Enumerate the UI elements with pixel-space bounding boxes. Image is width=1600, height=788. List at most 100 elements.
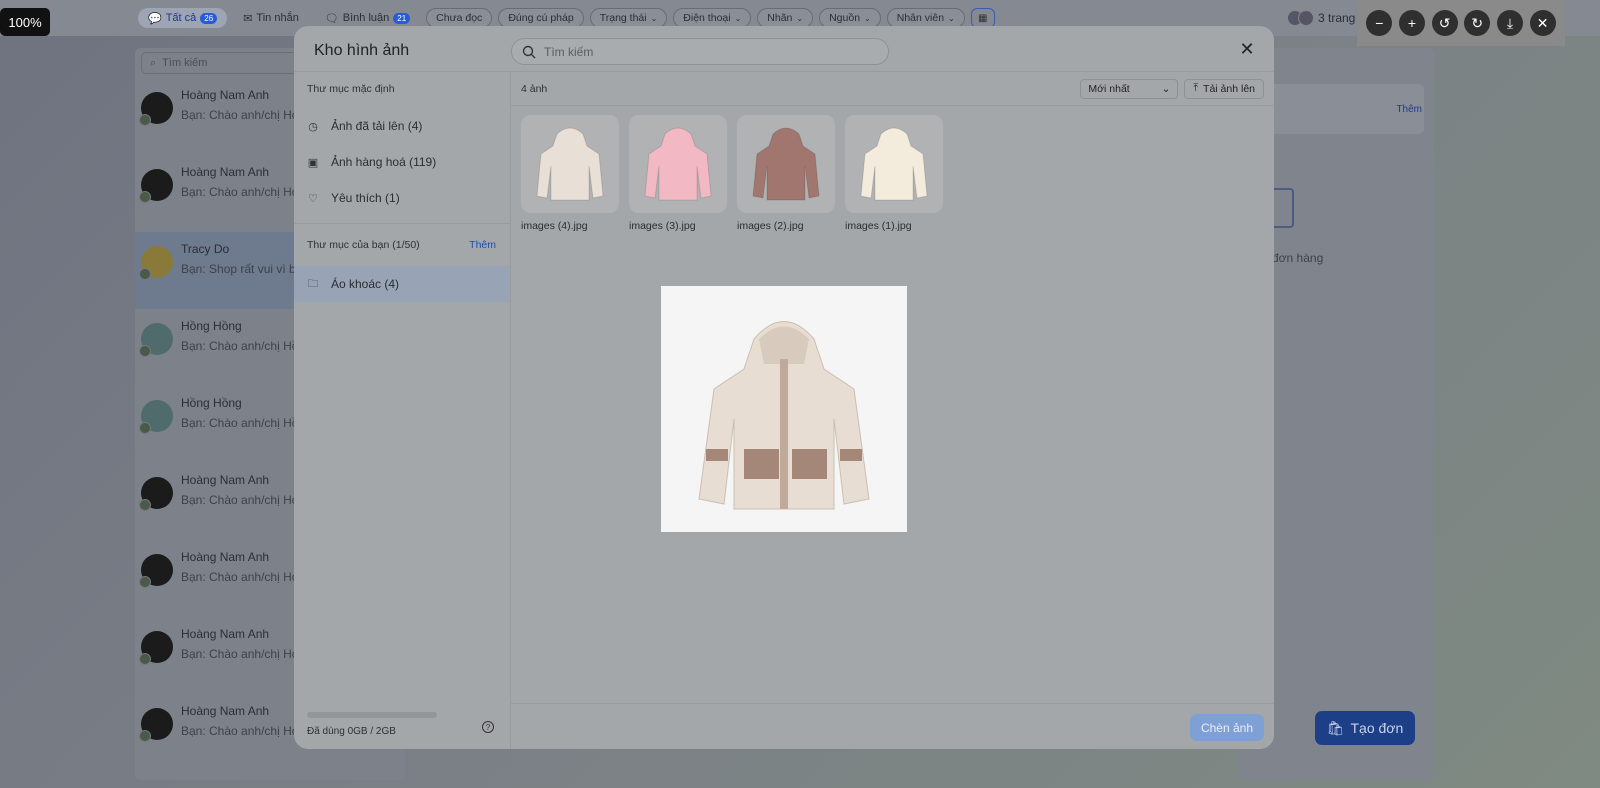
chevron-down-icon: ⌄	[796, 13, 804, 23]
chevron-down-icon: ⌄	[864, 13, 871, 23]
image-search-placeholder: Tìm kiếm	[544, 44, 594, 59]
tab-all-badge: 26	[200, 12, 218, 24]
calendar-icon: ▦	[978, 12, 988, 24]
zoom-out-icon[interactable]: −	[1366, 10, 1393, 36]
avatar	[139, 708, 173, 742]
avatar	[139, 246, 173, 280]
image-grid: images (4).jpg images (3).jpg images (2).j…	[521, 115, 943, 232]
toolbar-actions: Mới nhất ⌄ ⤒ Tải ảnh lên	[1080, 78, 1264, 99]
user-folders-heading: Thư mục của bạn (1/50)	[307, 239, 420, 251]
thumbnail-image	[629, 115, 727, 213]
heart-icon: ♡	[308, 192, 318, 205]
order-add-link[interactable]: Thêm	[1396, 104, 1422, 115]
folder-label: Ảnh đã tải lên (4)	[331, 119, 423, 133]
filter-tag[interactable]: Nhãn ⌄	[757, 8, 814, 28]
filter-unread[interactable]: Chưa đọc	[426, 8, 493, 28]
tab-all[interactable]: 💬 Tất cả 26	[138, 8, 228, 28]
help-icon[interactable]: ?	[482, 721, 494, 733]
conversation-name: Hồng Hồng	[181, 396, 242, 410]
avatar	[139, 169, 173, 203]
pages-indicator[interactable]: 3 trang	[1287, 10, 1364, 26]
upload-image-button[interactable]: ⤒ Tải ảnh lên	[1184, 78, 1264, 99]
mail-icon: ✉	[243, 12, 253, 25]
close-icon[interactable]: ✕	[1236, 38, 1258, 60]
image-search-input[interactable]: Tìm kiếm	[511, 38, 889, 65]
avatar	[139, 477, 173, 511]
rotate-left-icon[interactable]: ↺	[1431, 10, 1458, 36]
pages-label: 3 trang	[1318, 11, 1356, 25]
filter-label: Nhãn	[767, 12, 793, 24]
filter-label: Điện thoại	[683, 12, 731, 24]
user-folders-header: Thư mục của bạn (1/50) Thêm	[294, 224, 510, 266]
chevron-down-icon: ⌄	[650, 13, 658, 23]
close-icon[interactable]: ✕	[1529, 10, 1556, 36]
avatar	[139, 400, 173, 434]
folder-jackets[interactable]: 🗀 Áo khoác (4)	[294, 266, 510, 302]
search-icon: ⌕	[150, 56, 157, 69]
page-avatars	[1287, 10, 1314, 26]
zoom-in-icon[interactable]: +	[1398, 10, 1425, 36]
storage-usage: Đã dùng 0GB / 2GB	[307, 712, 497, 737]
avatar	[139, 92, 173, 126]
image-count: 4 ảnh	[521, 82, 548, 95]
sort-select[interactable]: Mới nhất ⌄	[1080, 78, 1179, 99]
tab-comments-badge: 21	[393, 12, 411, 24]
filter-phone[interactable]: Điện thoại ⌄	[673, 8, 752, 28]
folder-label: Ảnh hàng hoá (119)	[331, 155, 437, 169]
tab-messages-label: Tin nhắn	[256, 12, 299, 24]
folder-favorites[interactable]: ♡ Yêu thích (1)	[294, 180, 510, 216]
filter-status[interactable]: Trạng thái ⌄	[589, 8, 668, 28]
default-folders-heading: Thư mục mặc định	[307, 83, 395, 95]
thumbnail-name: images (4).jpg	[521, 220, 588, 232]
image-thumbnail[interactable]: images (1).jpg	[845, 115, 943, 232]
filter-label: Nhân viên	[896, 12, 945, 24]
modal-title: Kho hình ảnh	[314, 42, 410, 59]
storage-text: Đã dùng 0GB / 2GB	[307, 726, 396, 737]
conversation-text: Hồng Hồng Bạn: Chào anh/chị Hồng	[181, 394, 312, 430]
filter-staff[interactable]: Nhân viên ⌄	[886, 8, 965, 28]
modal-footer: Chèn ảnh	[511, 703, 1274, 749]
thumbnail-image	[737, 115, 835, 213]
viewer-toolbar: − + ↺ ↻ ⤓ ✕	[1357, 0, 1565, 46]
thumbnail-image	[845, 115, 943, 213]
chevron-down-icon: ⌄	[734, 13, 742, 23]
folder-products[interactable]: ▣ Ảnh hàng hoá (119)	[294, 144, 510, 180]
filter-label: Đúng cú pháp	[508, 12, 574, 24]
image-thumbnail[interactable]: images (4).jpg	[521, 115, 619, 232]
filter-label: Chưa đọc	[436, 12, 483, 24]
chevron-down-icon: ⌄	[948, 13, 955, 23]
insert-image-button[interactable]: Chèn ảnh	[1190, 714, 1264, 741]
create-order-label: Tạo đơn	[1350, 720, 1404, 736]
add-folder-link[interactable]: Thêm	[469, 239, 496, 251]
folder-icon: 🗀	[307, 277, 319, 290]
tab-comments-label: Bình luận	[342, 12, 390, 24]
tab-messages[interactable]: ✉ Tin nhắn	[233, 8, 309, 28]
thumbnail-image	[521, 115, 619, 213]
conversation-search-placeholder: Tìm kiếm	[162, 57, 208, 69]
image-preview[interactable]	[661, 286, 907, 532]
folder-uploaded[interactable]: ◷ Ảnh đã tải lên (4)	[294, 108, 510, 144]
conversation-preview: Bạn: Shop rất vui vì bạn	[181, 262, 310, 276]
filter-source[interactable]: Nguồn ⌄	[819, 8, 881, 28]
storage-progress-bar	[307, 712, 437, 718]
avatar	[139, 554, 173, 588]
filter-syntax[interactable]: Đúng cú pháp	[498, 8, 584, 28]
bag-icon: 🛍	[1326, 719, 1345, 736]
thumbnail-name: images (1).jpg	[845, 220, 912, 232]
image-thumbnail[interactable]: images (2).jpg	[737, 115, 835, 232]
folder-label: Áo khoác (4)	[331, 277, 400, 291]
image-thumbnail[interactable]: images (3).jpg	[629, 115, 727, 232]
gallery-toolbar: 4 ảnh Mới nhất ⌄ ⤒ Tải ảnh lên	[511, 72, 1274, 106]
upload-label: Tải ảnh lên	[1203, 82, 1255, 95]
folder-label: Yêu thích (1)	[331, 191, 400, 205]
conversation-preview: Bạn: Chào anh/chị Hồng	[181, 339, 312, 353]
upload-icon: ⤒	[1193, 82, 1199, 94]
rotate-right-icon[interactable]: ↻	[1464, 10, 1491, 36]
tab-comments[interactable]: 🗨 Bình luận 21	[315, 8, 420, 28]
calendar-filter-button[interactable]: ▦	[970, 8, 995, 28]
clock-icon: ◷	[308, 120, 318, 133]
download-icon[interactable]: ⤓	[1496, 10, 1523, 36]
modal-header: Kho hình ảnh Tìm kiếm ✕	[294, 26, 1274, 72]
thumbnail-name: images (3).jpg	[629, 220, 696, 232]
create-order-button[interactable]: 🛍 Tạo đơn	[1315, 711, 1415, 745]
